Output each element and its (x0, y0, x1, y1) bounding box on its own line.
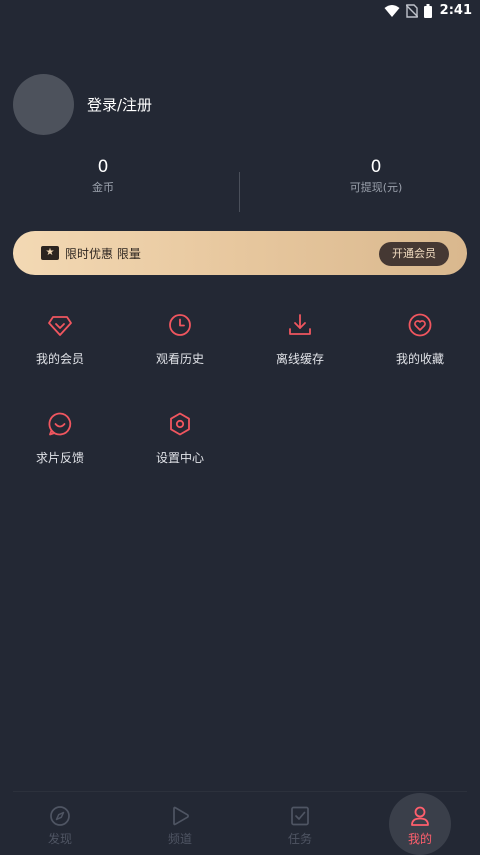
download-icon (289, 314, 311, 335)
grid-label: 求片反馈 (35, 451, 84, 465)
grid-item-favorites[interactable]: 我的收藏 (360, 310, 480, 380)
grid-item-history[interactable]: 观看历史 (120, 310, 240, 380)
nav-item-discover[interactable]: 发现 (15, 792, 105, 855)
bottom-nav: 发现 频道 任务 我的 (13, 791, 467, 855)
withdrawable-value: 0 (370, 157, 382, 177)
vip-promo-text: 限时优惠 限量 (65, 246, 141, 261)
grid-label: 离线缓存 (275, 352, 324, 366)
battery-icon (423, 3, 432, 18)
play-icon (173, 806, 189, 826)
no-sim-icon (405, 3, 418, 18)
coins-value: 0 (97, 157, 109, 177)
vip-banner[interactable]: ★ 限时优惠 限量 开通会员 (13, 231, 467, 275)
login-register-link[interactable]: 登录/注册 (87, 94, 152, 115)
status-time: 2:41 (439, 3, 472, 18)
grid-label: 设置中心 (155, 451, 204, 465)
nav-label: 频道 (167, 832, 192, 846)
stats-divider (239, 172, 240, 212)
profile-header[interactable]: 登录/注册 (13, 74, 152, 135)
nav-label: 任务 (287, 832, 312, 846)
stats-row: 0 金币 0 可提现(元) (0, 156, 480, 214)
diamond-icon (48, 316, 72, 336)
stat-withdrawable[interactable]: 0 可提现(元) (256, 156, 480, 195)
nav-label: 我的 (407, 832, 432, 846)
status-icons: 2:41 (384, 3, 472, 18)
hexagon-settings-icon (170, 412, 190, 436)
chat-smile-icon (48, 412, 72, 436)
compass-icon (50, 806, 70, 826)
withdrawable-label: 可提现(元) (349, 181, 403, 194)
coins-label: 金币 (92, 181, 114, 194)
grid-item-settings[interactable]: 设置中心 (120, 409, 240, 479)
grid-item-request-feedback[interactable]: 求片反馈 (0, 409, 120, 479)
nav-item-tasks[interactable]: 任务 (255, 792, 345, 855)
grid-item-membership[interactable]: 我的会员 (0, 310, 120, 380)
stat-coins[interactable]: 0 金币 (0, 156, 223, 195)
screen: 2:41 登录/注册 0 金币 0 可提现(元) ★ 限时优惠 限量 开通会员 … (0, 0, 480, 855)
nav-item-mine[interactable]: 我的 (375, 792, 465, 855)
open-vip-button[interactable]: 开通会员 (379, 242, 449, 266)
heart-icon (408, 313, 432, 337)
user-icon (411, 806, 429, 826)
grid-label: 我的会员 (35, 352, 84, 366)
ticket-star-icon: ★ (41, 246, 59, 260)
nav-item-channel[interactable]: 频道 (135, 792, 225, 855)
nav-label: 发现 (47, 832, 72, 846)
wifi-icon (384, 4, 400, 17)
grid-label: 观看历史 (155, 352, 204, 366)
clock-icon (169, 314, 191, 336)
status-bar: 2:41 (0, 0, 480, 24)
grid-item-offline-cache[interactable]: 离线缓存 (240, 310, 360, 380)
avatar[interactable] (13, 74, 74, 135)
task-check-icon (291, 806, 309, 826)
grid-label: 我的收藏 (395, 352, 444, 366)
